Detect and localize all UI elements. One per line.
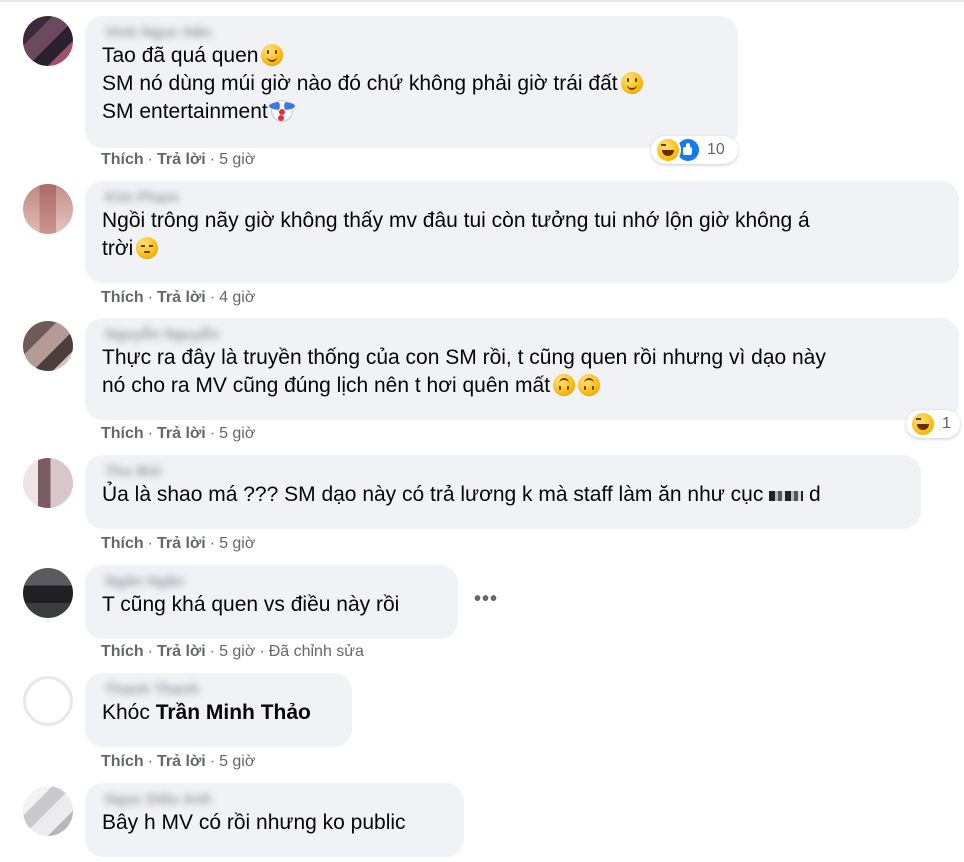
timestamp[interactable]: 5 giờ bbox=[219, 643, 255, 660]
upside-down-face-icon bbox=[553, 374, 576, 396]
comment-author[interactable]: Kim Phạm bbox=[105, 189, 942, 207]
pensive-face-icon bbox=[136, 237, 159, 259]
avatar[interactable] bbox=[23, 321, 73, 371]
comment-text-line: Khóc Trần Minh Thảo bbox=[102, 701, 311, 724]
comment-text-line: Ngồi trông nãy giờ không thấy mv đâu tui… bbox=[102, 209, 810, 232]
reaction-summary[interactable]: 10 bbox=[651, 136, 738, 164]
comment-actions: Thích · Trả lời · 4 giờ bbox=[101, 289, 256, 306]
avatar[interactable] bbox=[23, 676, 73, 726]
reply-link[interactable]: Trả lời bbox=[157, 753, 206, 770]
comment-author[interactable]: Ngọc Diệu Anh bbox=[105, 791, 447, 809]
comment-bubble: Thu Bùi Ủa là shao má ??? SM dạo này có … bbox=[85, 455, 921, 529]
reply-link[interactable]: Trả lời bbox=[157, 643, 206, 660]
like-link[interactable]: Thích bbox=[101, 753, 144, 770]
comment-actions: Thích · Trả lời · 5 giờ · Đã chỉnh sửa bbox=[101, 643, 364, 660]
upside-down-face-icon bbox=[578, 374, 601, 396]
like-link[interactable]: Thích bbox=[101, 425, 144, 442]
timestamp[interactable]: 5 giờ bbox=[219, 753, 255, 770]
slightly-smiling-face-icon bbox=[620, 72, 643, 94]
timestamp[interactable]: 5 giờ bbox=[219, 425, 255, 442]
reply-link[interactable]: Trả lời bbox=[157, 535, 206, 552]
comment-bubble: Vinh Ngọc Hân Tao đã quá quen SM nó dùng… bbox=[85, 16, 738, 148]
comment-actions: Thích · Trả lời · 5 giờ bbox=[101, 151, 256, 168]
avatar[interactable] bbox=[23, 786, 73, 836]
comment-bubble: Ngân Ngân T cũng khá quen vs điều này rồ… bbox=[85, 565, 458, 639]
slightly-smiling-face-icon bbox=[261, 44, 284, 66]
haha-reaction-icon bbox=[655, 137, 681, 163]
timestamp[interactable]: 5 giờ bbox=[219, 151, 255, 168]
reaction-count: 10 bbox=[707, 141, 725, 158]
comment-text-line: Thực ra đây là truyền thống của con SM r… bbox=[102, 346, 826, 369]
comment-text-line: Bây h MV có rồi nhưng ko public bbox=[102, 811, 406, 834]
censored-image-icon bbox=[769, 491, 804, 501]
avatar[interactable] bbox=[23, 184, 73, 234]
comment-actions: Thích · Trả lời · 5 giờ bbox=[101, 753, 256, 770]
comment-bubble: Ngọc Diệu Anh Bây h MV có rồi nhưng ko p… bbox=[85, 783, 464, 857]
timestamp[interactable]: 4 giờ bbox=[219, 289, 255, 306]
like-link[interactable]: Thích bbox=[101, 151, 144, 168]
comment-text-line: Ủa là shao má ??? SM dạo này có trả lươn… bbox=[102, 483, 821, 506]
comment-author[interactable]: Thu Bùi bbox=[105, 463, 904, 481]
comment-text-line: SM entertainment bbox=[102, 98, 721, 126]
reaction-count: 1 bbox=[942, 415, 951, 432]
comment-actions: Thích · Trả lời · 5 giờ bbox=[101, 425, 256, 442]
comment-author[interactable]: Nguyễn Nguyễn bbox=[105, 326, 942, 344]
like-link[interactable]: Thích bbox=[101, 535, 144, 552]
more-options-icon[interactable]: ••• bbox=[474, 588, 498, 611]
reply-link[interactable]: Trả lời bbox=[157, 425, 206, 442]
timestamp[interactable]: 5 giờ bbox=[219, 535, 255, 552]
comment-bubble: Thanh Thanh Khóc Trần Minh Thảo bbox=[85, 673, 352, 747]
comment-author[interactable]: Ngân Ngân bbox=[105, 573, 441, 591]
comment-author[interactable]: Vinh Ngọc Hân bbox=[105, 24, 721, 42]
comment-bubble: Nguyễn Nguyễn Thực ra đây là truyền thốn… bbox=[85, 318, 959, 420]
mention-link[interactable]: Trần Minh Thảo bbox=[156, 701, 311, 724]
haha-reaction-icon bbox=[910, 411, 936, 437]
avatar[interactable] bbox=[23, 458, 73, 508]
comment-author[interactable]: Thanh Thanh bbox=[105, 681, 335, 699]
edited-label: Đã chỉnh sửa bbox=[268, 643, 364, 660]
like-link[interactable]: Thích bbox=[101, 289, 144, 306]
avatar[interactable] bbox=[23, 568, 73, 618]
comment-actions: Thích · Trả lời · 5 giờ bbox=[101, 535, 256, 552]
reply-link[interactable]: Trả lời bbox=[157, 289, 206, 306]
comment-text-line: trời bbox=[102, 235, 942, 263]
reaction-summary[interactable]: 1 bbox=[906, 410, 960, 438]
comment-text-line: nó cho ra MV cũng đúng lịch nên t hơi qu… bbox=[102, 372, 942, 400]
like-link[interactable]: Thích bbox=[101, 643, 144, 660]
clown-face-icon bbox=[268, 100, 295, 122]
comment-bubble: Kim Phạm Ngồi trông nãy giờ không thấy m… bbox=[85, 181, 959, 283]
reply-link[interactable]: Trả lời bbox=[157, 151, 206, 168]
comment-text-line: Tao đã quá quen bbox=[102, 42, 721, 70]
comment-text-line: SM nó dùng múi giờ nào đó chứ không phải… bbox=[102, 70, 721, 98]
top-divider bbox=[0, 0, 964, 2]
comment-text-line: T cũng khá quen vs điều này rồi bbox=[102, 593, 400, 616]
avatar[interactable] bbox=[23, 16, 73, 66]
